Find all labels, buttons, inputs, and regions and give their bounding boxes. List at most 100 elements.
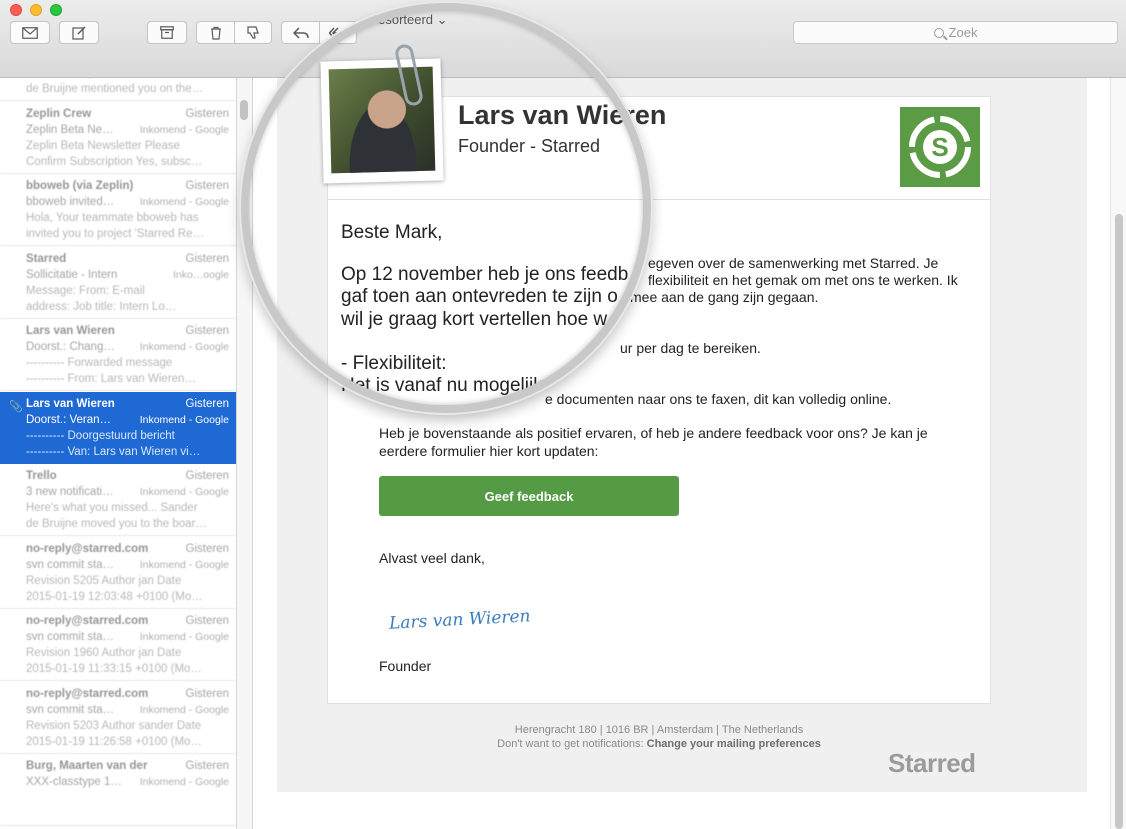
envelope-icon — [22, 26, 38, 39]
message-row-header: Trello Gisteren — [26, 468, 229, 484]
body-line: Op 12 november heb je ons feedb — [341, 264, 629, 285]
message-preview: Revision 5203 Author sander Date — [26, 719, 202, 732]
message-preview: 2015-01-19 11:26:58 +0100 (Mo… — [26, 735, 202, 748]
zoom-window-button[interactable] — [50, 4, 62, 16]
body-line: e documenten naar ons te faxen, dit kan … — [545, 391, 892, 407]
archive-button[interactable] — [147, 21, 187, 44]
starred-brand: Starred — [888, 748, 976, 778]
mail-window: Gesorteerd ⌄ Zoek 7 new notificati…3 new… — [0, 0, 1126, 829]
archive-icon — [160, 26, 174, 39]
message-list-item[interactable]: 📎 Lars van Wieren Gisteren Doorst.: Veran… I… — [0, 391, 236, 464]
message-list-item[interactable]: Starred Gisteren Sollicitatie - Intern Inko… — [0, 247, 236, 319]
message-row-header: Lars van Wieren Gisteren — [26, 323, 229, 339]
sort-label[interactable]: Gesorteerd ⌄ — [368, 12, 448, 28]
message-subject: XXX-classtype 1… — [26, 776, 122, 788]
header-divider — [327, 199, 991, 200]
message-list-item[interactable]: Trello Gisteren 3 new notificati… Inkomend … — [0, 464, 236, 536]
message-preview: ---------- Doorgestuurd bericht — [26, 429, 175, 442]
message-row-subject: svn commit sta… Inkomend - Google — [26, 629, 229, 645]
message-row-subject: svn commit sta… Inkomend - Google — [26, 702, 229, 718]
reply-all-button[interactable] — [320, 26, 356, 39]
closing: Alvast veel dank, — [379, 550, 485, 566]
body-line: ur per dag te bereiken. — [620, 340, 761, 356]
message-list-item[interactable]: Burg, Maarten van der Gisteren XXX-classty… — [0, 754, 236, 826]
message-subject: 3 new notificati… — [26, 486, 114, 498]
message-subject: bboweb invited… — [26, 196, 115, 208]
body-line: wil je graag kort vertellen hoe w — [341, 309, 608, 330]
toolbar: Gesorteerd ⌄ Zoek — [0, 0, 1126, 78]
message-list-item[interactable]: bboweb (via Zeplin) Gisteren bboweb invite… — [0, 174, 236, 246]
message-list-scrollbar[interactable] — [237, 78, 253, 829]
message-date: Gisteren — [185, 470, 229, 482]
message-mailbox: Inkomend - Google — [139, 776, 229, 788]
message-row-subject: svn commit sta… Inkomend - Google — [26, 557, 229, 573]
message-row-subject: 3 new notificati… Inkomend - Google — [26, 484, 229, 500]
get-mail-button[interactable] — [10, 21, 50, 44]
message-viewer-scroll-thumb[interactable] — [1115, 214, 1123, 829]
close-window-button[interactable] — [10, 4, 22, 16]
thumbs-down-icon — [247, 25, 259, 39]
message-list-item[interactable]: no-reply@starred.com Gisteren svn commit s… — [0, 609, 236, 681]
message-sender: Trello — [26, 470, 57, 482]
message-sender: bboweb (via Zeplin) — [26, 180, 134, 192]
message-preview: 2015-01-19 12:03:48 +0100 (Mo… — [26, 590, 203, 603]
message-preview: ---------- From: Lars van Wieren… — [26, 373, 196, 385]
mailing-preferences-link[interactable]: Change your mailing preferences — [647, 738, 821, 750]
message-sender: no-reply@starred.com — [26, 687, 149, 700]
message-list-item[interactable]: no-reply@starred.com Gisteren svn commit s… — [0, 537, 236, 609]
minimize-window-button[interactable] — [30, 4, 42, 16]
question-line: Heb je bovenstaande als positief ervaren… — [379, 425, 928, 441]
message-sender: Burg, Maarten van der — [26, 760, 148, 772]
message-date: Gisteren — [185, 252, 229, 265]
message-list-item[interactable]: no-reply@starred.com Gisteren svn commit s… — [0, 682, 236, 754]
message-preview: ---------- Van: Lars van Wieren vi… — [26, 445, 201, 458]
message-row-subject: Zeplin Beta Ne… Inkomend - Google — [26, 122, 229, 138]
message-subject: svn commit sta… — [26, 558, 115, 571]
junk-button[interactable] — [235, 25, 271, 40]
sender-name: Lars van Wieren — [458, 100, 667, 130]
message-viewer-scrollbar[interactable] — [1110, 78, 1126, 829]
message-row-header: bboweb (via Zeplin) Gisteren — [26, 178, 229, 194]
message-mailbox: Inkomend - Google — [139, 123, 229, 136]
message-subject: svn commit sta… — [26, 703, 115, 716]
message-mailbox: Inkomend - Google — [139, 341, 229, 353]
message-mailbox: Inkomend - Google — [139, 631, 229, 643]
message-preview: Revision 5205 Author jan Date — [26, 574, 182, 587]
message-list-item[interactable]: Lars van Wieren Gisteren Doorst.: Chang… In… — [0, 319, 236, 391]
message-preview: Here's what you missed... Sander — [26, 502, 198, 514]
compose-button[interactable] — [59, 21, 99, 44]
message-row-header: Burg, Maarten van der Gisteren — [26, 758, 229, 774]
message-preview: Message: From: E-mail — [26, 284, 145, 297]
delete-button[interactable] — [197, 26, 234, 40]
message-sender: Zeplin Crew — [26, 107, 92, 120]
search-icon — [933, 27, 944, 38]
question-line: eerdere formulier hier kort updaten: — [379, 443, 599, 459]
message-list-item[interactable]: Zeplin Crew Gisteren Zeplin Beta Ne… Inkome… — [0, 102, 236, 174]
search-placeholder: Zoek — [948, 25, 978, 40]
message-preview: Confirm Subscription Yes, subsc… — [26, 155, 203, 168]
message-subject: Doorst.: Chang… — [26, 341, 115, 353]
message-row-header: no-reply@starred.com Gisteren — [26, 613, 229, 629]
reply-button[interactable] — [282, 26, 319, 39]
message-preview: ---------- Forwarded message — [26, 357, 173, 369]
message-list-item[interactable]: 7 new notificati…3 new notificati…Inkome… — [0, 78, 236, 101]
message-mailbox: Inkomend - Google — [139, 486, 229, 498]
message-row-subject: bboweb invited… Inkomend - Google — [26, 194, 229, 210]
message-mailbox: Inkomend - Google — [139, 703, 229, 716]
message-date: Gisteren — [185, 687, 229, 700]
message-subject: Zeplin Beta Ne… — [26, 123, 114, 136]
body-line: gaf toen aan ontevreden te zijn o — [341, 286, 618, 307]
give-feedback-button[interactable]: Geef feedback — [379, 476, 679, 516]
sender-role: Founder - Starred — [458, 136, 601, 156]
signature-role: Founder — [379, 658, 432, 674]
trash-icon — [210, 26, 221, 40]
search-field[interactable]: Zoek — [793, 21, 1118, 44]
starred-s-logo-icon: S — [909, 116, 971, 178]
message-list-scroll-thumb[interactable] — [240, 100, 248, 120]
reply-icon — [292, 26, 309, 39]
body-line: mee aan de gang zijn gegaan. — [630, 289, 819, 305]
message-row-subject: Doorst.: Veran… Inkomend - Google — [26, 412, 229, 428]
reply-group — [281, 21, 357, 44]
sender-photo — [320, 58, 444, 184]
message-date: Gisteren — [185, 542, 229, 555]
